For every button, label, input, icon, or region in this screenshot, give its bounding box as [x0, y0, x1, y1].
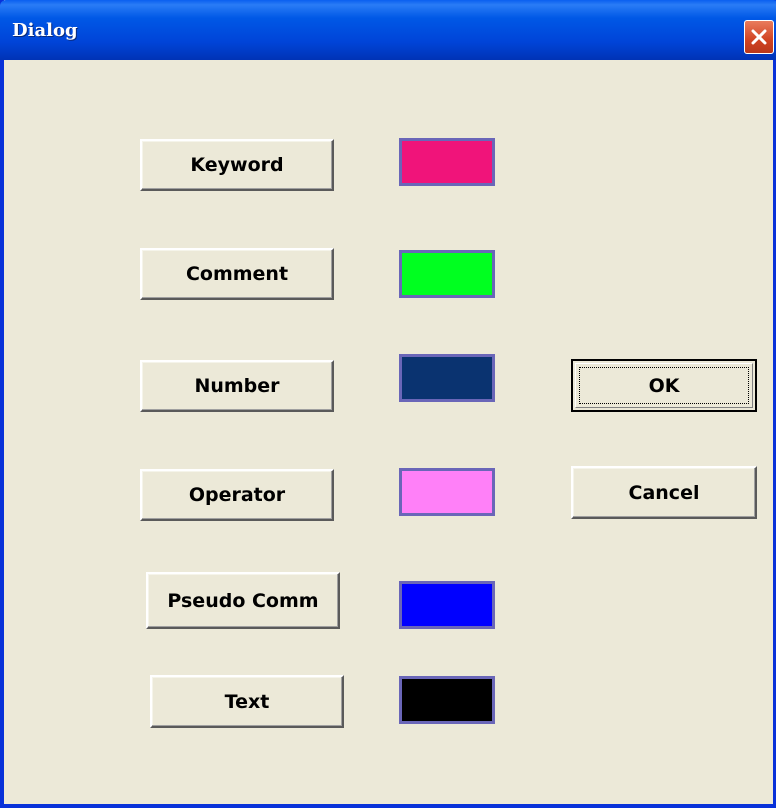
- cancel-button[interactable]: Cancel: [571, 466, 757, 519]
- number-color-button[interactable]: Number: [140, 360, 334, 412]
- operator-color-swatch[interactable]: [399, 468, 495, 516]
- cancel-button-label: Cancel: [628, 481, 700, 504]
- text-button-label: Text: [224, 690, 270, 713]
- ok-button-label: OK: [648, 374, 680, 397]
- close-icon: [751, 29, 767, 45]
- comment-color-button[interactable]: Comment: [140, 248, 334, 300]
- keyword-button-label: Keyword: [190, 154, 284, 176]
- comment-color-swatch[interactable]: [399, 250, 495, 298]
- keyword-color-swatch[interactable]: [399, 138, 495, 186]
- text-color-swatch[interactable]: [399, 676, 495, 724]
- window-title: Dialog: [12, 20, 78, 41]
- title-bar[interactable]: Dialog: [0, 0, 776, 60]
- dialog-window: Dialog Keyword Comment Number Operator P…: [0, 0, 776, 808]
- ok-button[interactable]: OK: [571, 359, 757, 412]
- number-color-swatch[interactable]: [399, 354, 495, 402]
- close-button[interactable]: [744, 20, 774, 54]
- pseudo-comment-button-label: Pseudo Comm: [167, 589, 319, 612]
- number-button-label: Number: [194, 375, 280, 397]
- pseudo-comment-color-swatch[interactable]: [399, 581, 495, 629]
- comment-button-label: Comment: [185, 263, 289, 285]
- text-color-button[interactable]: Text: [150, 675, 344, 728]
- pseudo-comment-color-button[interactable]: Pseudo Comm: [146, 572, 340, 629]
- operator-color-button[interactable]: Operator: [140, 469, 334, 521]
- keyword-color-button[interactable]: Keyword: [140, 139, 334, 191]
- operator-button-label: Operator: [188, 484, 286, 506]
- dialog-client-area: Keyword Comment Number Operator Pseudo C…: [4, 60, 773, 804]
